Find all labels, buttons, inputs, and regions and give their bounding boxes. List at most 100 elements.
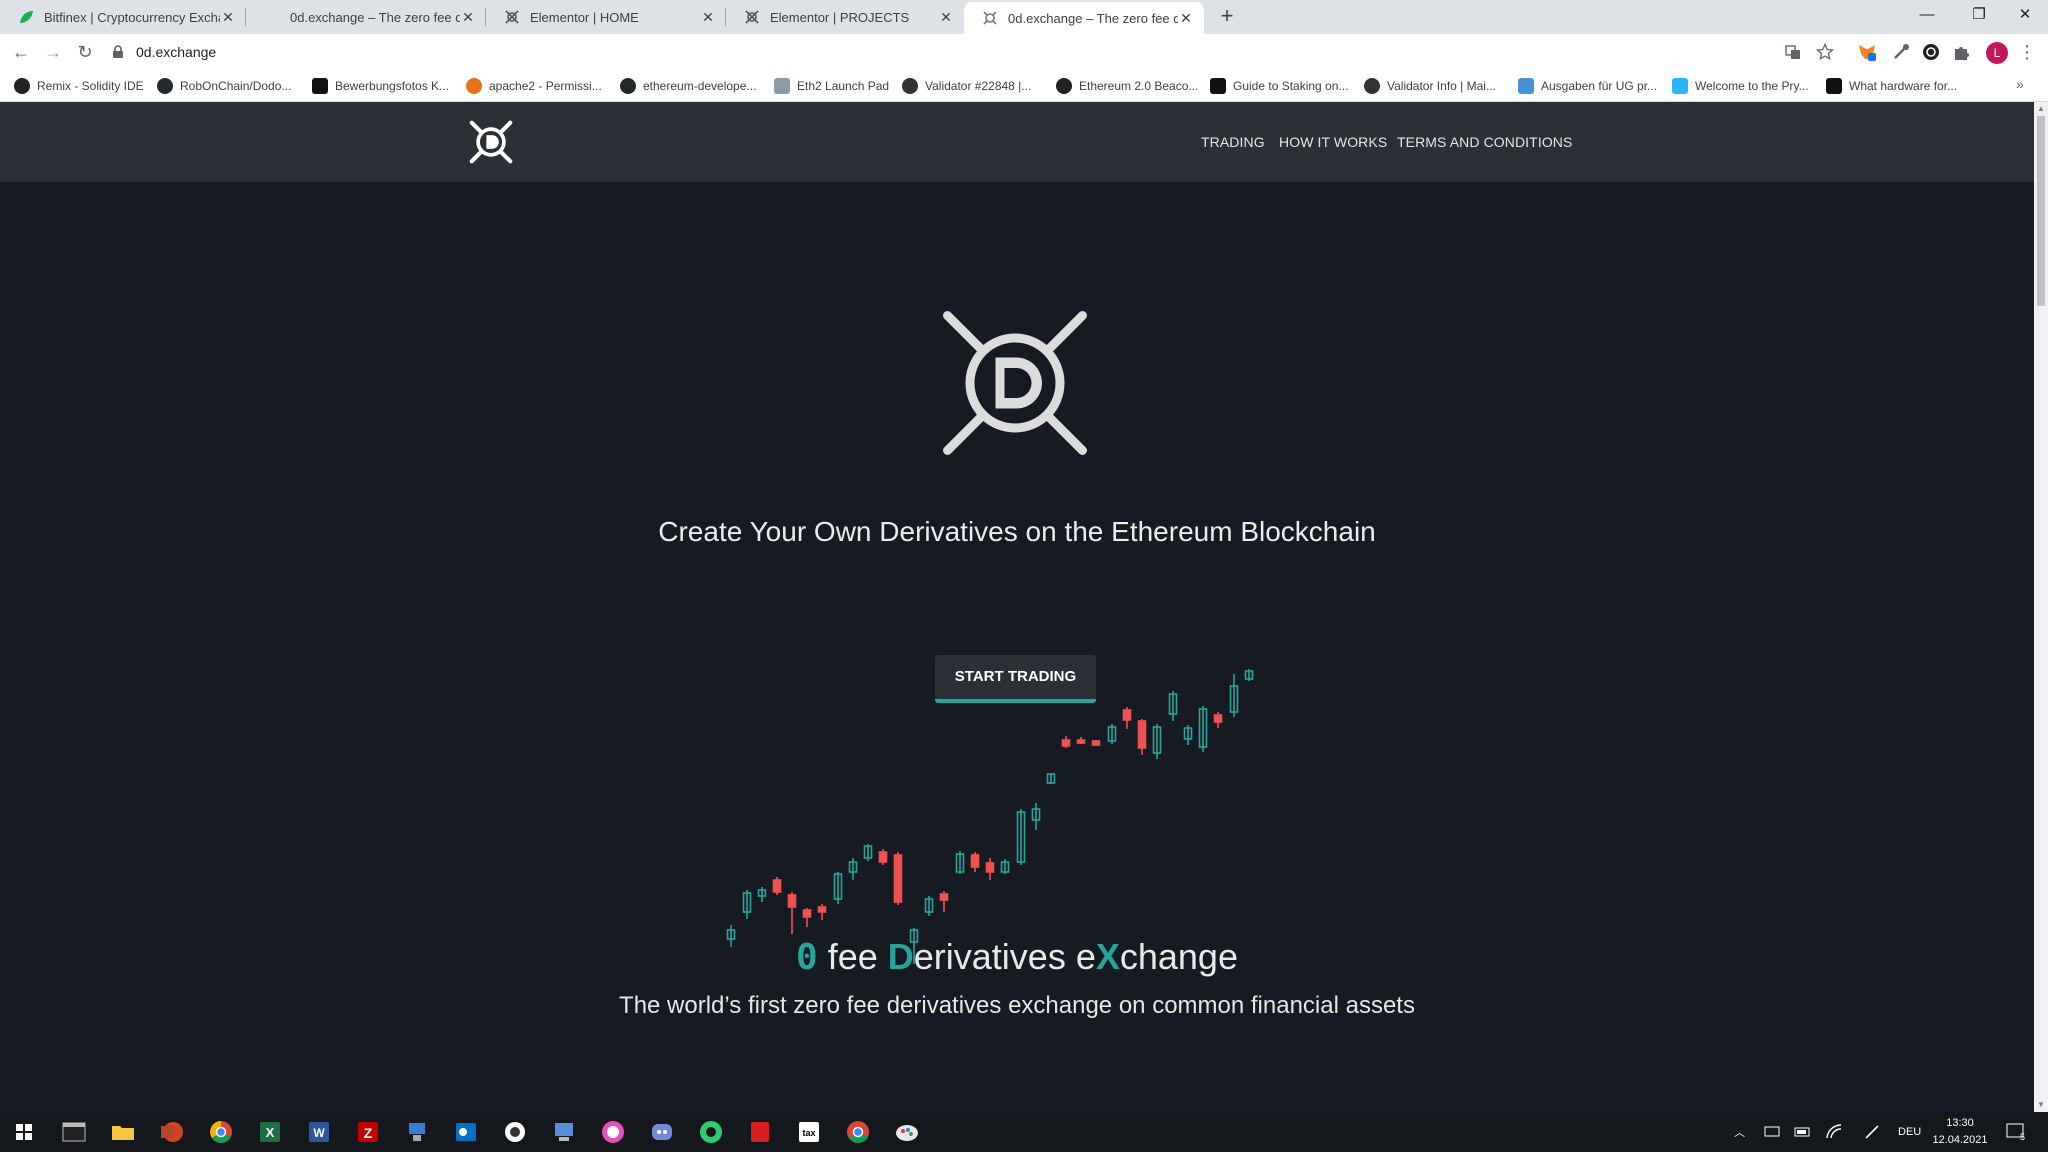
bookmark-star-icon[interactable] (1816, 43, 1834, 61)
nav-terms[interactable]: TERMS AND CONDITIONS (1397, 102, 1572, 182)
acrobat-icon[interactable] (746, 1118, 774, 1146)
filezilla-icon[interactable]: Z (354, 1118, 382, 1146)
app-circle-icon[interactable] (501, 1118, 529, 1146)
word-icon[interactable]: W (305, 1118, 333, 1146)
close-tab-icon[interactable]: ✕ (1178, 10, 1194, 27)
bookmark-item[interactable]: Remix - Solidity IDE (14, 70, 144, 102)
tab-title: Elementor | PROJECTS (770, 9, 910, 25)
candlestick (1152, 724, 1162, 759)
battery-icon[interactable] (1794, 1124, 1812, 1140)
excel-icon[interactable]: X (256, 1118, 284, 1146)
bookmark-item[interactable]: Validator Info | Mai... (1364, 70, 1496, 102)
crypto-app-icon[interactable] (697, 1118, 725, 1146)
chrome-profile-icon[interactable] (844, 1118, 872, 1146)
powerpoint-icon[interactable] (158, 1118, 186, 1146)
candlestick (1000, 859, 1010, 874)
tab-bitfinex[interactable]: Bitfinex | Cryptocurrency Exchange ✕ (0, 0, 246, 34)
forward-button[interactable]: → (42, 41, 64, 63)
0d-logo-icon (983, 11, 997, 25)
discord-icon[interactable] (648, 1118, 676, 1146)
beaconcha-icon (1364, 78, 1380, 94)
scroll-down-arrow[interactable]: ▼ (2034, 1098, 2048, 1112)
clock[interactable]: 13:30 12.04.2021 (1920, 1115, 2000, 1149)
page-scrollbar[interactable]: ▲ ▼ (2034, 102, 2048, 1112)
candlestick (955, 851, 965, 874)
site-logo[interactable] (468, 119, 514, 165)
browser-toolbar: ← → ↻ 0d.exchange L ⋮ (0, 34, 2048, 70)
eyedropper-extension-icon[interactable] (1892, 43, 1910, 61)
tray-display-icon[interactable] (1764, 1124, 1780, 1140)
candlestick (1244, 669, 1254, 681)
askubuntu-icon (466, 78, 482, 94)
close-tab-icon[interactable]: ✕ (460, 9, 476, 26)
candlestick (1213, 712, 1223, 728)
candlestick (802, 908, 812, 927)
reload-button[interactable]: ↻ (74, 41, 96, 63)
medium-icon (1210, 78, 1226, 94)
bookmark-item[interactable]: Guide to Staking on... (1210, 70, 1348, 102)
bookmark-label: Guide to Staking on... (1233, 79, 1349, 93)
close-window-button[interactable]: ✕ (2002, 0, 2048, 30)
tab-elementor-home[interactable]: Elementor | HOME ✕ (486, 0, 726, 34)
close-tab-icon[interactable]: ✕ (938, 9, 954, 26)
tab-0d-exchange-active[interactable]: 0d.exchange – The zero fee deriv ✕ (964, 2, 1204, 34)
file-explorer-icon[interactable] (109, 1118, 137, 1146)
back-button[interactable]: ← (10, 41, 32, 63)
paint-icon[interactable] (893, 1118, 921, 1146)
close-tab-icon[interactable]: ✕ (700, 9, 716, 26)
bookmark-item[interactable]: RobOnChain/Dodo... (157, 70, 291, 102)
bookmark-item[interactable]: Validator #22848 |... (902, 70, 1031, 102)
bookmark-item[interactable]: Eth2 Launch Pad (774, 70, 889, 102)
close-tab-icon[interactable]: ✕ (220, 9, 236, 26)
terminal-icon[interactable] (60, 1118, 88, 1146)
bitfinex-leaf-icon (20, 11, 33, 23)
chrome-icon[interactable] (207, 1118, 235, 1146)
bookmark-label: Ethereum 2.0 Beaco... (1079, 79, 1199, 93)
profile-avatar[interactable]: L (1986, 42, 2008, 64)
bookmarks-overflow-icon[interactable]: » (2016, 76, 2024, 92)
translate-icon[interactable] (1784, 43, 1802, 61)
extensions-puzzle-icon[interactable] (1952, 43, 1970, 61)
minimize-button[interactable]: — (1904, 0, 1950, 30)
restore-button[interactable]: ❐ (1956, 0, 2002, 30)
bookmark-item[interactable]: ethereum-develope... (620, 70, 756, 102)
subtitle: The world’s first zero fee derivatives e… (619, 992, 1415, 1019)
tab-elementor-projects[interactable]: Elementor | PROJECTS ✕ (726, 0, 964, 34)
windows-start-icon[interactable] (10, 1118, 38, 1146)
metamask-extension-icon[interactable] (1858, 43, 1876, 61)
nav-how-it-works[interactable]: HOW IT WORKS (1279, 102, 1387, 182)
new-tab-button[interactable]: + (1213, 2, 1241, 30)
bookmark-label: ethereum-develope... (643, 79, 757, 93)
notification-center-icon[interactable]: 5 (2006, 1112, 2034, 1152)
bookmark-label: What hardware for... (1849, 79, 1958, 93)
bookmark-item[interactable]: Bewerbungsfotos K... (312, 70, 449, 102)
bookmark-label: Ausgaben für UG pr... (1541, 79, 1658, 93)
bookmark-item[interactable]: Welcome to the Pry... (1672, 70, 1809, 102)
language-indicator[interactable]: DEU (1898, 1112, 1921, 1152)
bookmark-item[interactable]: apache2 - Permissi... (466, 70, 602, 102)
tax-app-icon[interactable]: tax (795, 1118, 823, 1146)
start-trading-button[interactable]: START TRADING (935, 655, 1096, 703)
bookmark-item[interactable]: What hardware for... (1826, 70, 1957, 102)
extension-circle-icon[interactable] (1922, 43, 1940, 61)
address-bar[interactable]: 0d.exchange (110, 38, 1810, 66)
network-app-icon[interactable] (403, 1118, 431, 1146)
site-header: TRADING HOW IT WORKS TERMS AND CONDITION… (0, 102, 2034, 182)
computer-icon[interactable] (550, 1118, 578, 1146)
tray-chevron-icon[interactable]: ︿ (1734, 1112, 1745, 1152)
candlestick (1031, 803, 1041, 830)
menu-kebab-icon[interactable]: ⋮ (2016, 41, 2038, 63)
tab-0d-exchange[interactable]: 0d.exchange – The zero fee deriv ✕ (246, 0, 486, 34)
bookmark-item[interactable]: Ethereum 2.0 Beaco... (1056, 70, 1198, 102)
pen-icon[interactable] (1864, 1124, 1880, 1140)
nav-trading[interactable]: TRADING (1201, 102, 1265, 182)
scroll-thumb[interactable] (2037, 116, 2045, 306)
candlestick (1137, 719, 1147, 755)
outlook-icon[interactable] (452, 1118, 480, 1146)
wifi-icon[interactable] (1826, 1124, 1842, 1140)
rhino-icon (774, 78, 790, 94)
prysm-icon (1672, 78, 1688, 94)
scroll-up-arrow[interactable]: ▲ (2034, 102, 2048, 116)
itunes-icon[interactable] (599, 1118, 627, 1146)
bookmark-item[interactable]: Ausgaben für UG pr... (1518, 70, 1657, 102)
